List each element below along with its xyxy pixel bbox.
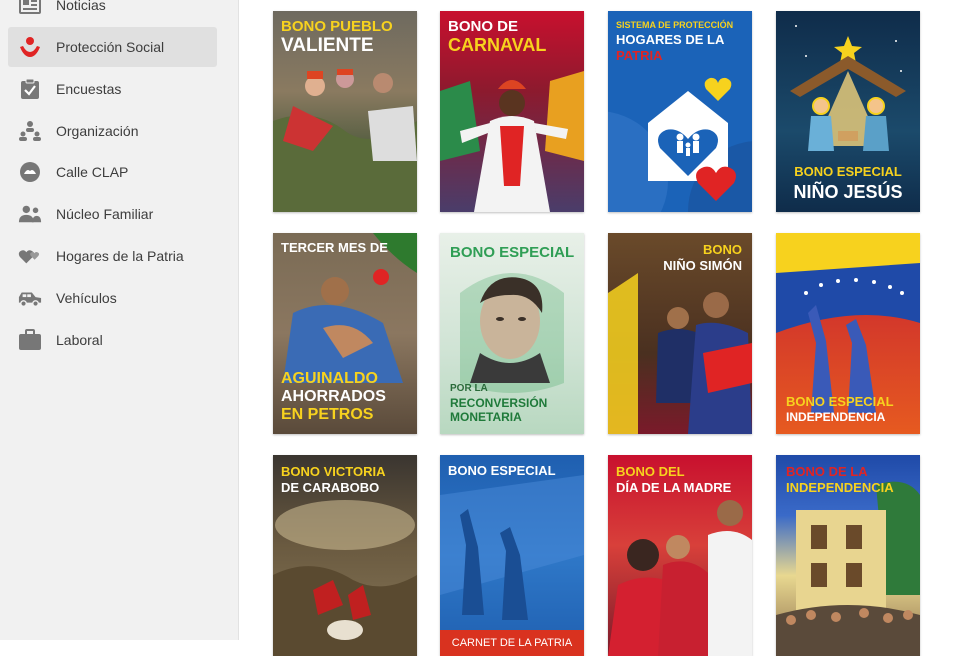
card-title-line: BONO ESPECIAL — [448, 463, 556, 478]
sidebar-item-noticias[interactable]: Noticias — [8, 0, 217, 25]
card-title-line: POR LA — [450, 383, 488, 394]
sidebar-item-organizacion[interactable]: Organización — [8, 111, 217, 151]
card-title-line: DÍA DE LA MADRE — [616, 480, 732, 495]
card-title-line: VALIENTE — [281, 35, 374, 56]
briefcase-icon — [18, 328, 42, 352]
card-title-line: INDEPENDENCIA — [786, 410, 886, 424]
hands-heart-icon — [18, 35, 42, 59]
org-chart-icon — [18, 119, 42, 143]
card-bono-independencia-1[interactable]: BONO ESPECIAL INDEPENDENCIA — [776, 233, 920, 434]
card-title-line: BONO ESPECIAL — [794, 164, 902, 179]
sidebar-item-calle-clap[interactable]: Calle CLAP — [8, 152, 217, 192]
clap-icon — [18, 160, 42, 184]
soldiers-illustration — [440, 475, 584, 620]
card-hogares-patria[interactable]: SISTEMA DE PROTECCIÓN HOGARES DE LA PATR… — [608, 11, 752, 212]
card-title-line: BONO ESPECIAL — [786, 394, 894, 409]
card-title-line: SISTEMA DE PROTECCIÓN — [616, 20, 734, 30]
clipboard-check-icon — [18, 77, 42, 101]
card-reconversion-monetaria[interactable]: BONO ESPECIAL POR LA RECONVERSIÓN MONETA… — [440, 233, 584, 434]
card-bono-dia-madre[interactable]: BONO DEL DÍA DE LA MADRE — [608, 455, 752, 656]
sidebar-item-label: Noticias — [56, 0, 106, 13]
card-title-line: CARNET DE LA PATRIA — [451, 637, 573, 649]
sidebar-item-proteccion-social[interactable]: Protección Social — [8, 27, 217, 67]
card-bono-nino-simon[interactable]: BONO NIÑO SIMÓN — [608, 233, 752, 434]
sidebar-item-label: Protección Social — [56, 39, 165, 55]
card-bono-independencia-2[interactable]: BONO DE LA INDEPENDENCIA — [776, 455, 920, 656]
card-bono-victoria-carabobo[interactable]: BONO VICTORIA DE CARABOBO — [273, 455, 417, 656]
card-title-line: BONO VICTORIA — [281, 464, 386, 479]
sidebar-item-hogares-patria[interactable]: Hogares de la Patria — [8, 236, 217, 276]
sidebar-item-encuestas[interactable]: Encuestas — [8, 69, 217, 109]
card-title-line: INDEPENDENCIA — [786, 480, 894, 495]
card-bono-nino-jesus[interactable]: BONO ESPECIAL NIÑO JESÚS — [776, 11, 920, 212]
carnet-banner: CARNET DE LA PATRIA — [440, 630, 584, 656]
card-bono-pueblo-valiente[interactable]: BONO PUEBLO VALIENTE — [273, 11, 417, 212]
card-title-line: HOGARES DE LA — [616, 32, 725, 47]
sidebar-item-label: Vehículos — [56, 290, 117, 306]
card-title-line: BONO DEL — [616, 464, 685, 479]
car-icon — [18, 286, 42, 310]
sidebar-item-label: Encuestas — [56, 81, 122, 97]
sidebar-item-laboral[interactable]: Laboral — [8, 320, 217, 360]
family-icon — [18, 202, 42, 226]
card-title-line: BONO ESPECIAL — [450, 244, 575, 261]
card-title-line: MONETARIA — [450, 410, 522, 424]
card-title-line: NIÑO JESÚS — [793, 182, 903, 202]
card-title-line: DE CARABOBO — [281, 480, 380, 495]
card-title-line: AHORRADOS — [281, 388, 386, 405]
card-title-line: PATRIA — [616, 48, 663, 63]
sidebar-item-label: Laboral — [56, 332, 103, 348]
card-bono-especial-carnet[interactable]: BONO ESPECIAL CARNET DE LA PATRIA — [440, 455, 584, 656]
sidebar-item-label: Núcleo Familiar — [56, 206, 154, 222]
sidebar-item-label: Hogares de la Patria — [56, 248, 184, 264]
sidebar-item-vehiculos[interactable]: Vehículos — [8, 278, 217, 318]
main-content: BONO PUEBLO VALIENTE BONO DE CARNAVAL SI… — [239, 0, 960, 656]
card-title-line: BONO — [703, 242, 742, 257]
hearts-icon — [18, 244, 42, 268]
card-bono-carnaval[interactable]: BONO DE CARNAVAL — [440, 11, 584, 212]
sidebar: Noticias Protección Social Encuestas Org… — [0, 0, 239, 640]
sidebar-item-nucleo-familiar[interactable]: Núcleo Familiar — [8, 194, 217, 234]
card-title-line: BONO DE — [448, 18, 519, 35]
card-title-line: EN PETROS — [281, 406, 374, 423]
card-title-line: CARNAVAL — [448, 35, 547, 55]
sidebar-item-label: Calle CLAP — [56, 164, 129, 180]
card-title-line: AGUINALDO — [281, 370, 378, 387]
card-title-line: BONO DE LA — [786, 464, 868, 479]
card-title-line: NIÑO SIMÓN — [663, 258, 742, 273]
newspaper-icon — [18, 0, 42, 17]
sidebar-item-label: Organización — [56, 123, 139, 139]
card-aguinaldo-petros[interactable]: TERCER MES DE AGUINALDO AHORRADOS EN PET… — [273, 233, 417, 434]
card-title-line: BONO PUEBLO — [281, 18, 393, 35]
card-title-line: RECONVERSIÓN — [450, 396, 548, 410]
card-title-line: TERCER MES DE — [281, 240, 388, 255]
